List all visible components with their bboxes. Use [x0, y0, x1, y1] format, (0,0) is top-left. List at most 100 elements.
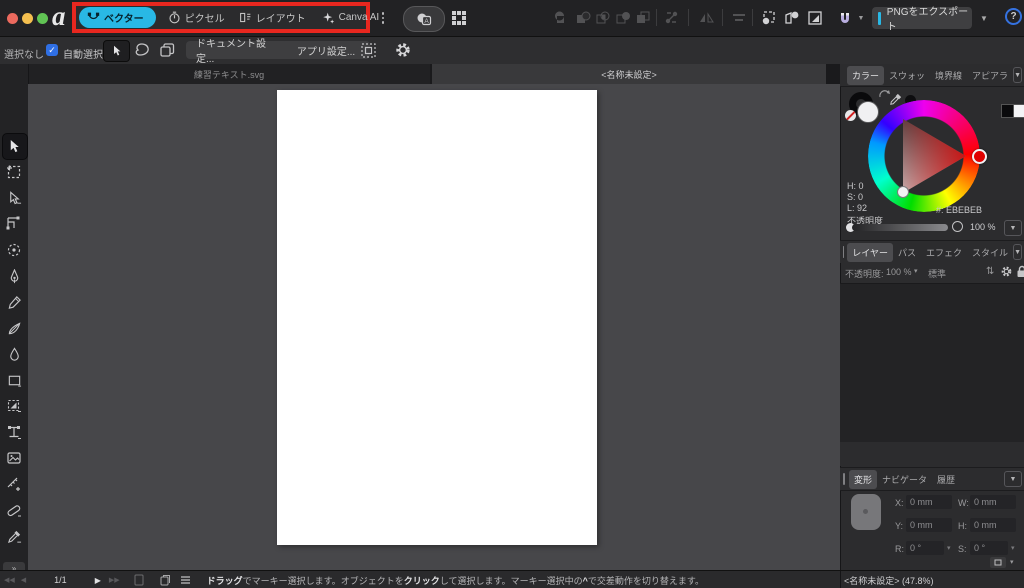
- tab-styles[interactable]: スタイル: [967, 243, 1013, 262]
- grid-view-icon[interactable]: [450, 9, 468, 27]
- panel-fill-color-well[interactable]: [857, 101, 879, 123]
- spread-setup-icon[interactable]: [360, 42, 377, 59]
- insert-target-icon[interactable]: [663, 9, 681, 27]
- persona-tab-pixel[interactable]: ピクセル: [168, 10, 225, 25]
- pencil-tool[interactable]: [5, 293, 23, 311]
- contour-tool[interactable]: [5, 215, 23, 233]
- insert-behind-icon[interactable]: [783, 9, 801, 27]
- panel-chevron-down-icon[interactable]: ▼: [1013, 67, 1022, 83]
- snapping-magnet-icon[interactable]: [836, 9, 854, 27]
- help-button[interactable]: ?: [1005, 8, 1022, 25]
- last-page-button[interactable]: ▶▶: [109, 576, 120, 584]
- document-tab-active[interactable]: <名称未設定>: [432, 64, 826, 84]
- gradient-tool[interactable]: [5, 501, 23, 519]
- auto-select-checkbox[interactable]: ✓: [46, 44, 58, 56]
- h-field[interactable]: 0 mm: [970, 518, 1016, 532]
- no-color-well[interactable]: [845, 110, 856, 121]
- insert-inside-icon[interactable]: [806, 9, 824, 27]
- layers-list-empty[interactable]: [840, 283, 1024, 444]
- boolean-add-icon[interactable]: [554, 9, 572, 27]
- next-page-button[interactable]: ▶: [95, 576, 101, 585]
- panel-chevron-down-icon[interactable]: ▼: [1004, 471, 1022, 487]
- hex-value[interactable]: EBEBEB: [946, 205, 982, 215]
- persona-tab-layout[interactable]: レイアウト: [239, 10, 306, 25]
- tab-color[interactable]: カラー: [847, 65, 885, 85]
- lock-icon[interactable]: [1016, 265, 1024, 278]
- close-window-button[interactable]: [7, 13, 18, 24]
- duplicate-page-icon[interactable]: [160, 574, 171, 586]
- r-chevron-icon[interactable]: ▾: [947, 544, 951, 552]
- canvas-viewport[interactable]: [28, 84, 840, 570]
- list-view-icon[interactable]: [180, 575, 191, 586]
- opacity-chevron-icon[interactable]: ▼: [1004, 220, 1022, 236]
- opacity-value[interactable]: 100 %: [970, 222, 996, 232]
- node-tool[interactable]: [5, 189, 23, 207]
- measure-tool[interactable]: [5, 475, 23, 493]
- boolean-combine-icon[interactable]: [634, 9, 652, 27]
- boolean-subtract-icon[interactable]: [574, 9, 592, 27]
- select-cursor-mode-button[interactable]: [103, 40, 130, 62]
- add-page-icon[interactable]: [134, 574, 144, 586]
- opacity-slider-track[interactable]: [852, 224, 948, 231]
- tab-appearance[interactable]: アピアラ: [967, 66, 1013, 85]
- anchor-point-selector[interactable]: [851, 494, 881, 530]
- transform-options-chevron[interactable]: ▾: [1010, 558, 1014, 566]
- hue-selector-knob[interactable]: [972, 148, 987, 164]
- tab-effects[interactable]: エフェク: [921, 243, 967, 262]
- rectangle-tool[interactable]: [5, 371, 23, 389]
- boolean-intersect-icon[interactable]: [594, 9, 612, 27]
- tab-transform[interactable]: 変形: [849, 469, 878, 489]
- fill-tool[interactable]: [5, 345, 23, 363]
- tab-stroke[interactable]: 境界線: [930, 66, 967, 85]
- panel-chevron-down-icon[interactable]: ▼: [1013, 244, 1022, 260]
- tab-history[interactable]: 履歴: [932, 470, 960, 489]
- pen-tool[interactable]: [5, 267, 23, 285]
- r-field[interactable]: 0 °: [906, 541, 944, 555]
- vector-brush-tool[interactable]: [5, 319, 23, 337]
- document-tab-inactive[interactable]: 練習テキスト.svg: [28, 64, 430, 84]
- app-settings-button[interactable]: アプリ設定...: [282, 41, 370, 59]
- gear-icon[interactable]: [394, 41, 412, 59]
- w-field[interactable]: 0 mm: [970, 495, 1016, 509]
- s-field[interactable]: 0 °: [970, 541, 1008, 555]
- layer-opacity-value[interactable]: 100 %: [886, 267, 912, 277]
- y-field[interactable]: 0 mm: [906, 518, 952, 532]
- document-settings-button[interactable]: ドキュメント設定...: [186, 39, 294, 65]
- s-chevron-icon[interactable]: ▾: [1011, 544, 1015, 552]
- artboard-tool[interactable]: [5, 163, 23, 181]
- persona-tab-canva-ai[interactable]: Canva AI: [322, 11, 379, 24]
- content-link-toggle[interactable]: A: [403, 6, 445, 32]
- snapping-dropdown-chevron[interactable]: ▼: [856, 9, 866, 27]
- export-options-chevron[interactable]: ▼: [975, 7, 993, 29]
- tab-paths[interactable]: パス: [893, 243, 921, 262]
- zoom-window-button[interactable]: [37, 13, 48, 24]
- move-tool[interactable]: [5, 137, 23, 155]
- transform-options-button[interactable]: [990, 557, 1006, 568]
- toolbar-overflow-button[interactable]: [376, 8, 390, 28]
- tab-layers[interactable]: レイヤー: [847, 242, 894, 262]
- document-page[interactable]: [277, 90, 597, 545]
- prev-page-button[interactable]: ◀: [21, 576, 26, 584]
- white-swatch[interactable]: [1013, 104, 1024, 118]
- tab-swatches[interactable]: スウォッ: [884, 66, 930, 85]
- mesh-warp-tool[interactable]: [5, 423, 23, 441]
- flip-horizontal-icon[interactable]: [698, 9, 716, 27]
- blend-mode-value[interactable]: 標準: [928, 267, 946, 280]
- color-picker-tool[interactable]: [5, 527, 23, 545]
- first-page-button[interactable]: ◀◀: [4, 576, 15, 584]
- transform-objects-separately-icon[interactable]: [760, 9, 778, 27]
- select-lasso-mode-button[interactable]: [133, 41, 152, 60]
- saturation-selector-knob[interactable]: [897, 186, 909, 198]
- blend-stepper-icon[interactable]: ⇅: [986, 266, 994, 277]
- opacity-wheel-toggle[interactable]: [952, 221, 963, 232]
- select-stack-mode-button[interactable]: [158, 41, 177, 60]
- picture-frame-tool[interactable]: [5, 449, 23, 467]
- panel-grip[interactable]: [843, 473, 845, 485]
- minimize-window-button[interactable]: [22, 13, 33, 24]
- layer-opacity-chevron[interactable]: ▾: [914, 267, 918, 275]
- boolean-divide-icon[interactable]: [614, 9, 632, 27]
- x-field[interactable]: 0 mm: [906, 495, 952, 509]
- shape-builder-tool[interactable]: [5, 397, 23, 415]
- export-png-button[interactable]: PNGをエクスポート: [872, 7, 972, 33]
- point-transform-tool[interactable]: [5, 241, 23, 259]
